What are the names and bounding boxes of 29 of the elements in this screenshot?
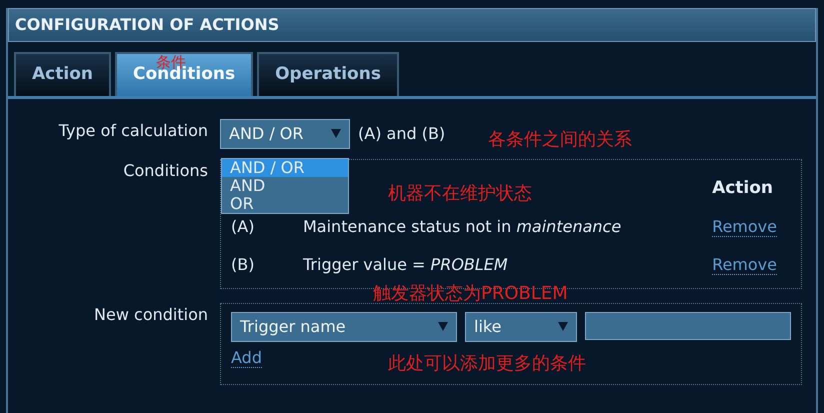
remove-link[interactable]: Remove bbox=[712, 217, 777, 237]
caret-icon bbox=[438, 322, 448, 331]
remove-link[interactable]: Remove bbox=[712, 255, 777, 275]
select-field[interactable]: like bbox=[465, 312, 577, 342]
add-link[interactable]: Add bbox=[231, 348, 262, 368]
annotation-text: 机器不在维护状态 bbox=[388, 182, 532, 206]
table-cell-text: (A) bbox=[231, 216, 256, 238]
formula-text: (A) and (B) bbox=[358, 122, 446, 144]
tab[interactable]: Action bbox=[14, 52, 111, 96]
select-field[interactable]: Trigger name bbox=[231, 312, 457, 342]
text-input[interactable] bbox=[585, 312, 791, 340]
field-label: New condition bbox=[93, 304, 208, 326]
field-label: Type of calculation bbox=[58, 120, 208, 142]
annotation-text: 各条件之间的关系 bbox=[488, 128, 632, 152]
column-header: Action bbox=[712, 176, 774, 200]
dropdown-option[interactable]: AND bbox=[222, 177, 348, 195]
caret-icon bbox=[558, 322, 568, 331]
annotation-text: 此处可以添加更多的条件 bbox=[388, 352, 586, 376]
dropdown-option[interactable]: AND / OR bbox=[222, 159, 348, 177]
tab[interactable]: Operations bbox=[257, 52, 399, 96]
calculation-select[interactable]: AND / OR bbox=[220, 118, 350, 148]
table-cell-text: Maintenance status not in maintenance bbox=[303, 216, 622, 238]
annotation-text: 触发器状态为PROBLEM bbox=[373, 282, 568, 306]
caret-icon bbox=[331, 129, 341, 138]
table-cell-text: (B) bbox=[231, 254, 256, 276]
panel-title: CONFIGURATION OF ACTIONS bbox=[8, 8, 816, 42]
dropdown-option[interactable]: OR bbox=[222, 195, 348, 213]
table-cell-text: Trigger value = PROBLEM bbox=[303, 254, 509, 276]
field-label: Conditions bbox=[122, 160, 208, 182]
